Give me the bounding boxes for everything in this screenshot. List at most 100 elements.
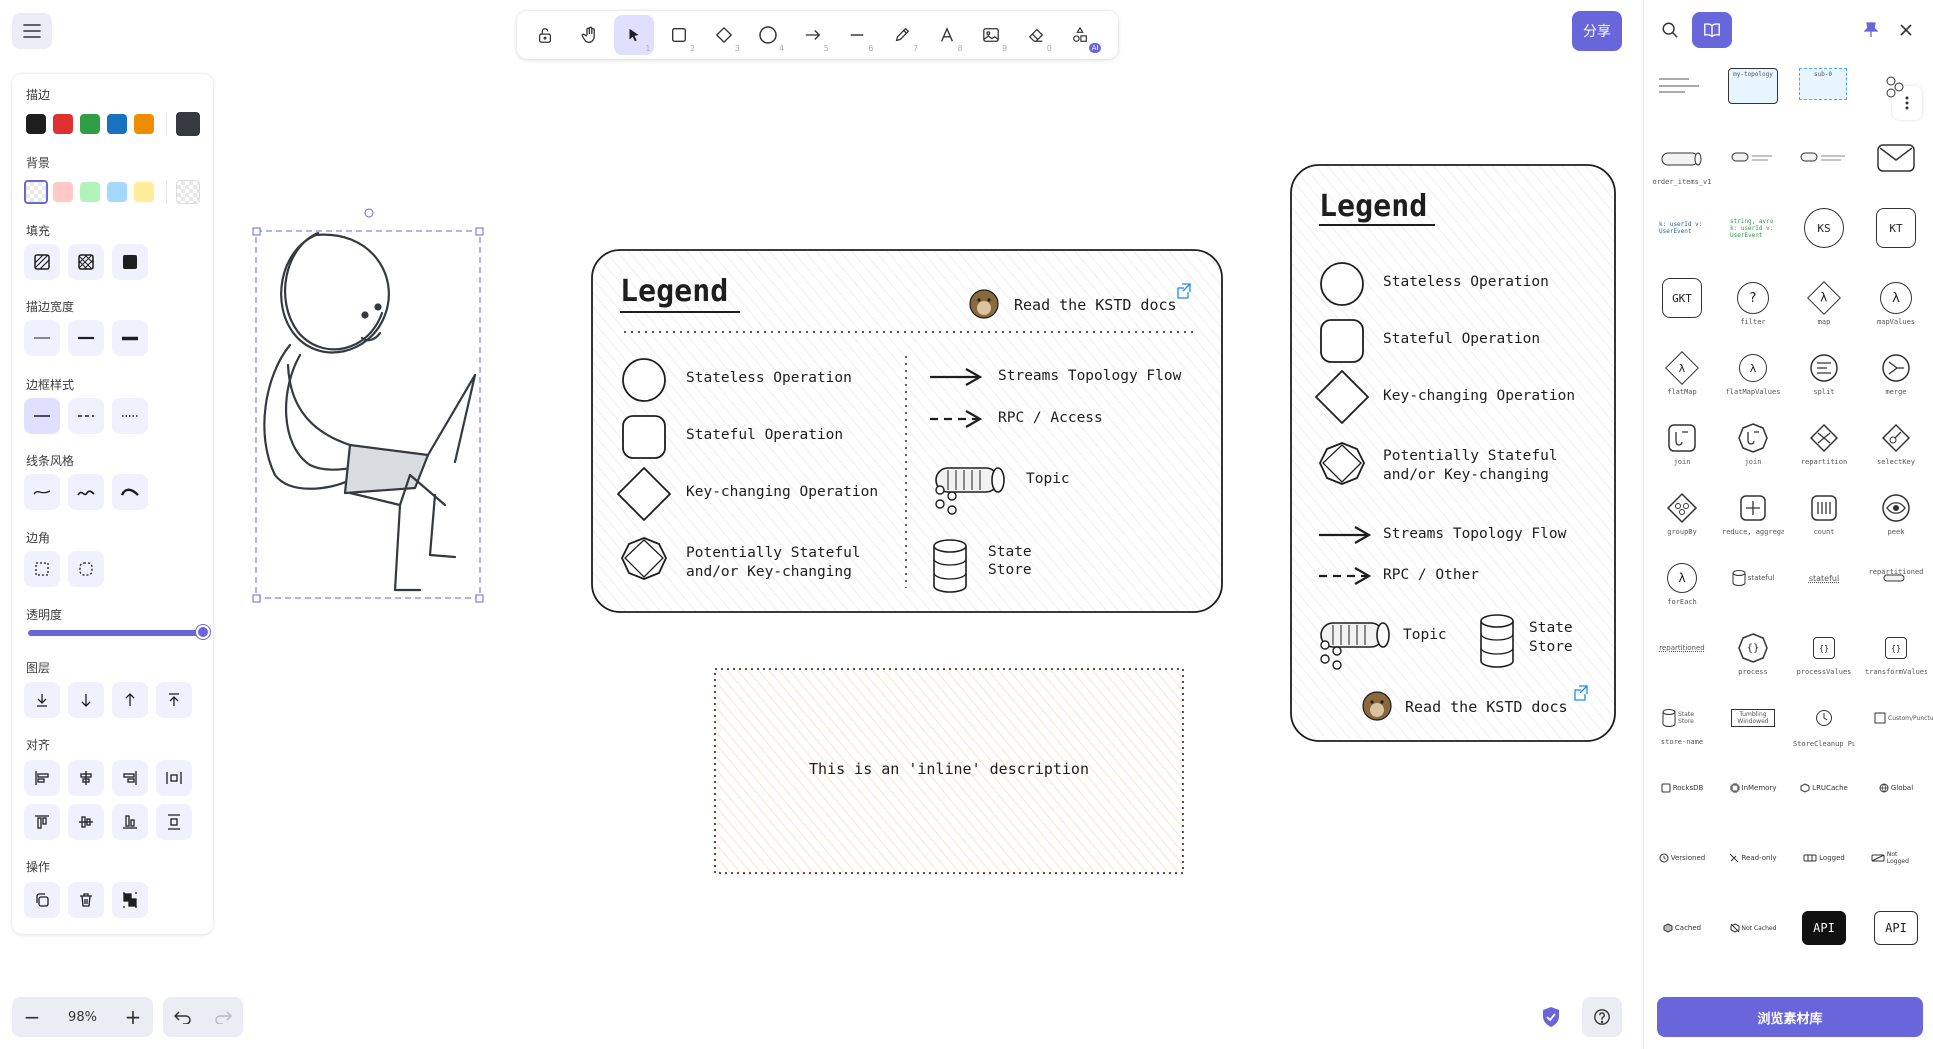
library-item[interactable]: Logged (1799, 838, 1849, 878)
bg-color-green[interactable] (80, 182, 100, 202)
bg-color-transparent[interactable] (24, 180, 48, 204)
library-item[interactable]: join (1657, 418, 1707, 466)
library-item[interactable]: λ flatMapValues (1726, 348, 1780, 396)
align-left-button[interactable] (24, 760, 60, 796)
stroke-style-dashed-button[interactable] (68, 398, 104, 434)
library-item[interactable]: my-topology (1728, 68, 1778, 104)
library-item[interactable]: Tumbling Windowed (1728, 698, 1778, 738)
library-item[interactable]: merge (1871, 348, 1921, 396)
undo-button[interactable] (163, 997, 203, 1037)
tool-hand[interactable] (570, 15, 610, 55)
library-item[interactable] (1728, 138, 1778, 178)
docs-link[interactable]: Read the KSTD docs (1014, 296, 1177, 314)
tool-arrow[interactable]: 5 (793, 15, 833, 55)
stick-figure-drawing[interactable] (250, 205, 490, 605)
library-item[interactable]: Global (1871, 768, 1921, 808)
tool-lock[interactable] (525, 15, 565, 55)
tool-more[interactable]: AI (1060, 15, 1102, 55)
zoom-out-button[interactable]: − (12, 997, 52, 1037)
group-button[interactable] (112, 882, 148, 918)
stroke-style-dotted-button[interactable] (112, 398, 148, 434)
library-item[interactable]: Cached (1657, 908, 1707, 948)
stroke-color-current[interactable] (176, 112, 200, 136)
library-item[interactable]: RocksDB (1657, 768, 1707, 808)
align-center-v-button[interactable] (68, 804, 104, 840)
library-item[interactable]: groupBy (1657, 488, 1707, 536)
tool-eraser[interactable]: 0 (1016, 15, 1056, 55)
library-item[interactable]: repartition (1799, 418, 1849, 466)
tool-ellipse[interactable]: 4 (748, 15, 788, 55)
bg-color-current[interactable] (176, 180, 200, 204)
library-item[interactable]: Versioned (1657, 838, 1707, 878)
library-item[interactable]: Not Cached (1728, 908, 1778, 948)
library-item[interactable]: reduce, aggregate (1722, 488, 1784, 536)
stroke-color-blue[interactable] (107, 114, 127, 134)
bring-to-front-button[interactable] (156, 682, 192, 718)
library-item[interactable]: λ map (1799, 278, 1849, 326)
library-item[interactable]: {} processValues (1797, 628, 1851, 676)
legend-vertical[interactable]: Legend Stateless Operation Stateful Oper… (1289, 163, 1617, 743)
distribute-h-button[interactable] (156, 760, 192, 796)
close-sidebar-button[interactable] (1890, 14, 1922, 46)
stroke-color-green[interactable] (80, 114, 100, 134)
library-item[interactable] (1871, 138, 1921, 178)
pin-sidebar-button[interactable] (1856, 14, 1886, 46)
library-item[interactable]: split (1799, 348, 1849, 396)
align-top-button[interactable] (24, 804, 60, 840)
stroke-color-red[interactable] (53, 114, 73, 134)
library-item[interactable]: GKT (1657, 278, 1707, 318)
library-item[interactable]: API (1871, 908, 1921, 948)
library-item[interactable]: API (1799, 908, 1849, 948)
resize-handle-sw[interactable] (252, 594, 261, 603)
bg-color-yellow[interactable] (134, 182, 154, 202)
zoom-in-button[interactable]: + (113, 997, 153, 1037)
library-item[interactable]: StoreCleanup Punctuator (1793, 698, 1855, 748)
help-button[interactable] (1582, 997, 1622, 1037)
library-item[interactable]: Not Logged (1871, 838, 1921, 878)
edges-sharp-button[interactable] (24, 551, 60, 587)
legend-horizontal[interactable]: Legend Read the KSTD docs Stateless Oper… (590, 248, 1224, 614)
align-right-button[interactable] (112, 760, 148, 796)
bg-color-blue[interactable] (107, 182, 127, 202)
edges-round-button[interactable] (68, 551, 104, 587)
stroke-width-extra-button[interactable] (112, 320, 148, 356)
library-item[interactable]: repartitioned (1869, 558, 1923, 598)
send-backward-button[interactable] (68, 682, 104, 718)
stroke-style-solid-button[interactable] (24, 398, 60, 434)
align-bottom-button[interactable] (112, 804, 148, 840)
library-item[interactable]: sub-0 (1799, 68, 1847, 100)
opacity-slider[interactable] (28, 630, 204, 636)
library-item[interactable] (1799, 138, 1849, 178)
stroke-color-black[interactable] (26, 114, 46, 134)
library-item[interactable]: λ mapValues (1871, 278, 1921, 326)
stroke-color-orange[interactable] (134, 114, 154, 134)
encryption-indicator[interactable] (1541, 1006, 1561, 1028)
opacity-slider-thumb[interactable] (196, 625, 210, 639)
library-item[interactable]: repartitioned (1657, 628, 1707, 668)
delete-button[interactable] (68, 882, 104, 918)
library-item[interactable]: count (1799, 488, 1849, 536)
sloppiness-architect-button[interactable] (24, 474, 60, 510)
fill-solid-button[interactable] (112, 244, 148, 280)
resize-handle-nw[interactable] (252, 227, 261, 236)
inline-description-note[interactable]: This is an 'inline' description (714, 668, 1184, 874)
fill-hachure-button[interactable] (24, 244, 60, 280)
resize-handle-se[interactable] (475, 594, 484, 603)
library-item[interactable]: InMemory (1728, 768, 1778, 808)
library-item[interactable]: selectKey (1871, 418, 1921, 466)
tool-line[interactable]: 6 (837, 15, 877, 55)
library-item[interactable]: KT (1871, 208, 1921, 248)
fill-crosshatch-button[interactable] (68, 244, 104, 280)
tool-selection[interactable]: 1 (614, 15, 655, 55)
share-button[interactable]: 分享 (1572, 11, 1622, 51)
library-item[interactable]: λ flatMap (1657, 348, 1707, 396)
redo-button[interactable] (203, 997, 243, 1037)
library-item[interactable]: {} transformValues (1865, 628, 1927, 676)
library-tab-button[interactable] (1692, 12, 1732, 48)
zoom-level[interactable]: 98% (52, 1010, 113, 1025)
distribute-v-button[interactable] (156, 804, 192, 840)
stroke-width-bold-button[interactable] (68, 320, 104, 356)
tool-rectangle[interactable]: 2 (659, 15, 699, 55)
send-to-back-button[interactable] (24, 682, 60, 718)
docs-link[interactable]: Read the KSTD docs (1405, 698, 1568, 716)
